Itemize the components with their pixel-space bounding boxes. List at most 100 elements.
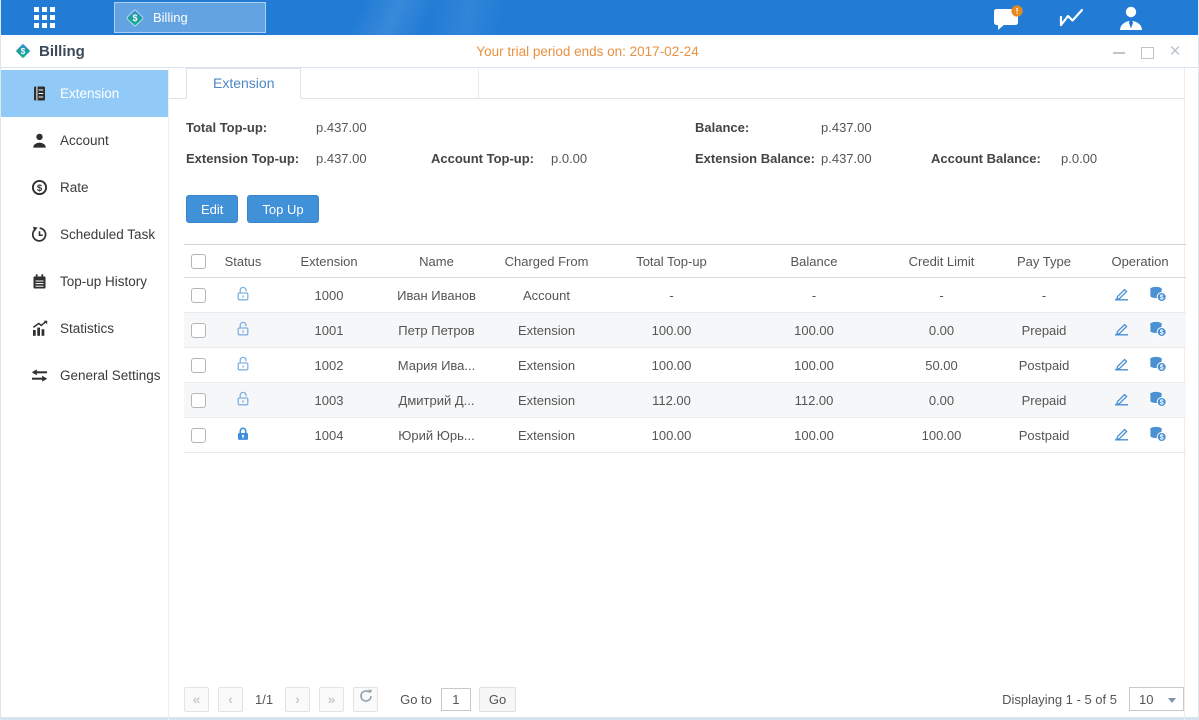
row-checkbox[interactable] <box>191 428 206 443</box>
close-button[interactable]: × <box>1168 45 1182 59</box>
edit-button[interactable]: Edit <box>186 195 238 223</box>
extension-icon <box>31 85 48 102</box>
unlocked-icon <box>235 356 251 372</box>
account-balance-label: Account Balance: <box>931 151 1041 166</box>
scheduled-task-icon <box>31 226 48 243</box>
table-row[interactable]: 1002 Мария Ива... Extension 100.00 100.0… <box>184 348 1186 383</box>
edit-row-icon[interactable] <box>1113 426 1130 445</box>
chat-icon[interactable]: ! <box>992 4 1026 31</box>
extension-cell: 1001 <box>274 313 384 348</box>
sidebar-item-rate[interactable]: $ Rate <box>1 164 168 211</box>
col-credit-limit: Credit Limit <box>889 245 994 278</box>
billing-app-icon: $ <box>125 8 145 28</box>
charged-from-cell: Extension <box>489 313 604 348</box>
chart-icon[interactable] <box>1056 4 1090 31</box>
unlocked-icon <box>235 321 251 337</box>
pay-type-cell: Postpaid <box>994 418 1094 453</box>
edit-row-icon[interactable] <box>1113 391 1130 410</box>
account-balance-value: p.0.00 <box>1061 151 1097 166</box>
sidebar-item-account[interactable]: Account <box>1 117 168 164</box>
taskbar-billing-tab[interactable]: $ Billing <box>114 2 266 33</box>
top-up-row-icon[interactable]: $ <box>1148 426 1167 445</box>
minimize-button[interactable] <box>1112 45 1126 59</box>
first-page-button[interactable]: « <box>184 687 209 712</box>
charged-from-cell: Extension <box>489 348 604 383</box>
table-row[interactable]: 1001 Петр Петров Extension 100.00 100.00… <box>184 313 1186 348</box>
account-topup-value: p.0.00 <box>551 151 587 166</box>
go-button[interactable]: Go <box>479 687 516 712</box>
table-row[interactable]: 1003 Дмитрий Д... Extension 112.00 112.0… <box>184 383 1186 418</box>
statistics-icon <box>31 320 48 337</box>
page-size-value: 10 <box>1139 692 1153 707</box>
taskbar: $ Billing ! <box>1 0 1198 35</box>
svg-text:$: $ <box>37 183 43 194</box>
name-cell: Юрий Юрь... <box>384 418 489 453</box>
sidebar-item-topup-history[interactable]: Top-up History <box>1 258 168 305</box>
window-title: Billing <box>1 42 85 60</box>
credit-limit-cell: 100.00 <box>889 418 994 453</box>
sidebar-item-label: Top-up History <box>60 274 147 289</box>
total-topup-cell: 112.00 <box>604 383 739 418</box>
sidebar-item-scheduled-task[interactable]: Scheduled Task <box>1 211 168 258</box>
total-topup-cell: 100.00 <box>604 348 739 383</box>
top-up-row-icon[interactable]: $ <box>1148 391 1167 410</box>
pagination-bar: « ‹ 1/1 › » Go to Go Displaying 1 - 5 of… <box>184 686 1184 712</box>
tab-extension[interactable]: Extension <box>186 68 301 99</box>
pay-type-cell: - <box>994 278 1094 313</box>
svg-text:$: $ <box>1160 294 1164 301</box>
edit-row-icon[interactable] <box>1113 321 1130 340</box>
top-up-button[interactable]: Top Up <box>247 195 318 223</box>
account-topup-label: Account Top-up: <box>431 151 534 166</box>
row-checkbox[interactable] <box>191 323 206 338</box>
rate-icon: $ <box>31 179 48 196</box>
general-settings-icon <box>31 367 48 384</box>
trial-notice: Your trial period ends on: 2017-02-24 <box>476 44 698 59</box>
extensions-table: Status Extension Name Charged From Total… <box>184 244 1186 453</box>
prev-page-button[interactable]: ‹ <box>218 687 243 712</box>
sidebar-item-general-settings[interactable]: General Settings <box>1 352 168 399</box>
refresh-button[interactable] <box>353 687 378 712</box>
select-all-checkbox[interactable] <box>191 254 206 269</box>
balance-cell: 112.00 <box>739 383 889 418</box>
sidebar-item-extension[interactable]: Extension <box>1 70 168 117</box>
row-checkbox[interactable] <box>191 288 206 303</box>
page-indicator: 1/1 <box>255 692 273 707</box>
row-checkbox[interactable] <box>191 358 206 373</box>
name-cell: Иван Иванов <box>384 278 489 313</box>
top-up-row-icon[interactable]: $ <box>1148 356 1167 375</box>
maximize-button[interactable] <box>1140 45 1154 59</box>
pay-type-cell: Prepaid <box>994 313 1094 348</box>
svg-text:$: $ <box>1160 399 1164 406</box>
extension-cell: 1003 <box>274 383 384 418</box>
tab-bar: Extension <box>169 68 1185 99</box>
edit-row-icon[interactable] <box>1113 356 1130 375</box>
sidebar: Extension Account $ Rate <box>1 68 169 720</box>
table-row[interactable]: 1004 Юрий Юрь... Extension 100.00 100.00… <box>184 418 1186 453</box>
balance-cell: 100.00 <box>739 418 889 453</box>
svg-text:$: $ <box>1160 434 1164 441</box>
pay-type-cell: Prepaid <box>994 383 1094 418</box>
next-page-button[interactable]: › <box>285 687 310 712</box>
table-row[interactable]: 1000 Иван Иванов Account - - - - <box>184 278 1186 313</box>
col-extension: Extension <box>274 245 384 278</box>
main-content: Extension Total Top-up: p.437.00 Balance… <box>169 68 1198 720</box>
displaying-text: Displaying 1 - 5 of 5 <box>1002 692 1117 707</box>
sidebar-item-statistics[interactable]: Statistics <box>1 305 168 352</box>
sidebar-item-label: Account <box>60 133 109 148</box>
balance-label: Balance: <box>695 120 749 135</box>
top-up-row-icon[interactable]: $ <box>1148 286 1167 305</box>
extension-topup-label: Extension Top-up: <box>186 151 299 166</box>
row-checkbox[interactable] <box>191 393 206 408</box>
top-up-row-icon[interactable]: $ <box>1148 321 1167 340</box>
edit-row-icon[interactable] <box>1113 286 1130 305</box>
apps-grid-icon[interactable] <box>34 7 56 29</box>
goto-page-input[interactable] <box>441 688 471 711</box>
credit-limit-cell: 0.00 <box>889 313 994 348</box>
user-icon[interactable] <box>1116 4 1150 31</box>
last-page-button[interactable]: » <box>319 687 344 712</box>
titlebar: Billing Your trial period ends on: 2017-… <box>1 35 1198 68</box>
page-size-select[interactable]: 10 <box>1129 687 1184 711</box>
topup-history-icon <box>31 273 48 290</box>
balance-value: p.437.00 <box>821 120 872 135</box>
credit-limit-cell: - <box>889 278 994 313</box>
